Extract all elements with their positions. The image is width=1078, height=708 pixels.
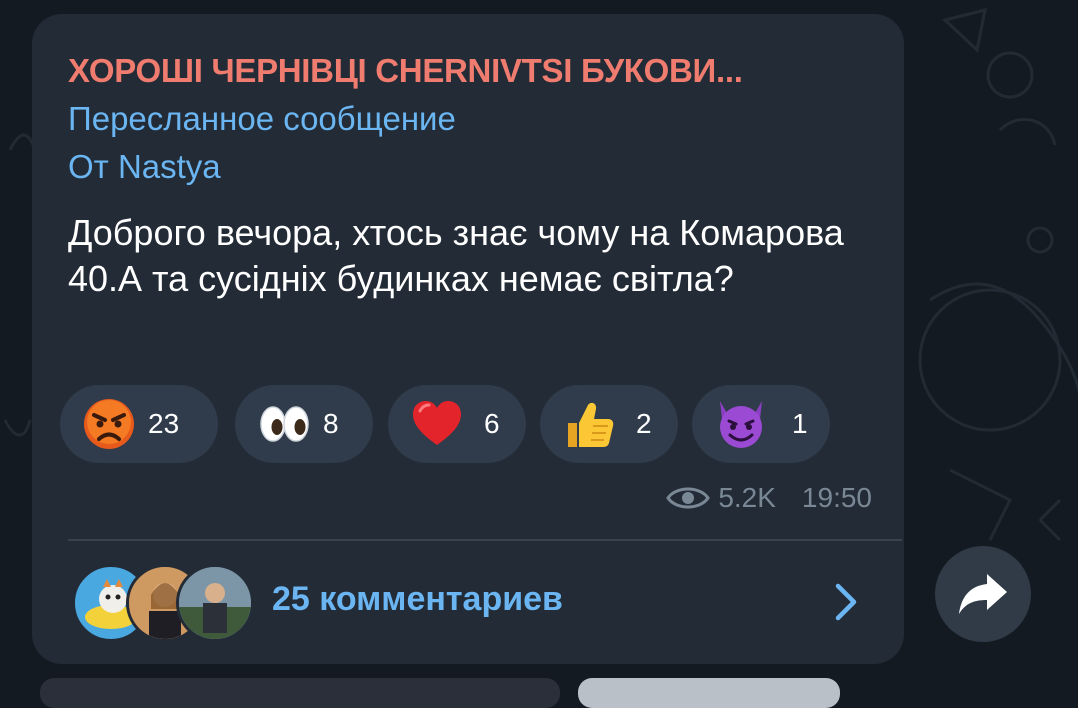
reaction-count: 6 <box>484 408 500 439</box>
message-time: 19:50 <box>801 482 872 513</box>
reaction-count: 8 <box>323 408 339 439</box>
message-meta: 5.2K 19:50 <box>666 482 872 514</box>
share-arrow-icon <box>959 574 1007 614</box>
reaction-devil[interactable]: 1 <box>692 385 830 463</box>
eye-icon <box>666 487 711 509</box>
reaction-thumbs-up[interactable]: 2 <box>540 385 678 463</box>
forwarded-from[interactable]: От Nastya <box>68 148 221 186</box>
divider <box>68 539 902 541</box>
red-heart-emoji-icon <box>413 401 461 445</box>
comments-label: 25 комментариев <box>272 580 563 618</box>
reaction-count: 1 <box>792 408 808 439</box>
reaction-angry[interactable]: 23 <box>60 385 218 463</box>
reaction-eyes[interactable]: 8 <box>235 385 373 463</box>
avatar <box>176 564 254 642</box>
message-text: Доброго вечора, хтось знає чому на Комар… <box>68 212 844 299</box>
thumbs-up-emoji-icon <box>568 402 614 447</box>
commenter-avatars <box>72 564 254 644</box>
forwarded-label: Пересланное сообщение <box>68 100 456 137</box>
eyes-emoji-icon <box>260 406 309 442</box>
channel-title[interactable]: ХОРОШІ ЧЕРНІВЦІ CHERNIVTSI БУКОВИ... <box>68 52 888 90</box>
smiling-devil-emoji-icon <box>720 401 762 448</box>
views-count: 5.2K <box>718 482 776 513</box>
reaction-count: 23 <box>148 408 180 439</box>
angry-face-emoji-icon <box>84 399 134 449</box>
reaction-heart[interactable]: 6 <box>388 385 526 463</box>
next-message-preview <box>40 678 560 708</box>
chevron-right-icon <box>835 583 857 621</box>
share-button[interactable] <box>935 546 1031 642</box>
next-message-preview <box>578 678 840 708</box>
comments-button[interactable]: 25 комментариев <box>32 554 904 654</box>
forwarded-message-bubble[interactable]: ХОРОШІ ЧЕРНІВЦІ CHERNIVTSI БУКОВИ... Пер… <box>32 14 904 664</box>
reaction-count: 2 <box>636 408 652 439</box>
